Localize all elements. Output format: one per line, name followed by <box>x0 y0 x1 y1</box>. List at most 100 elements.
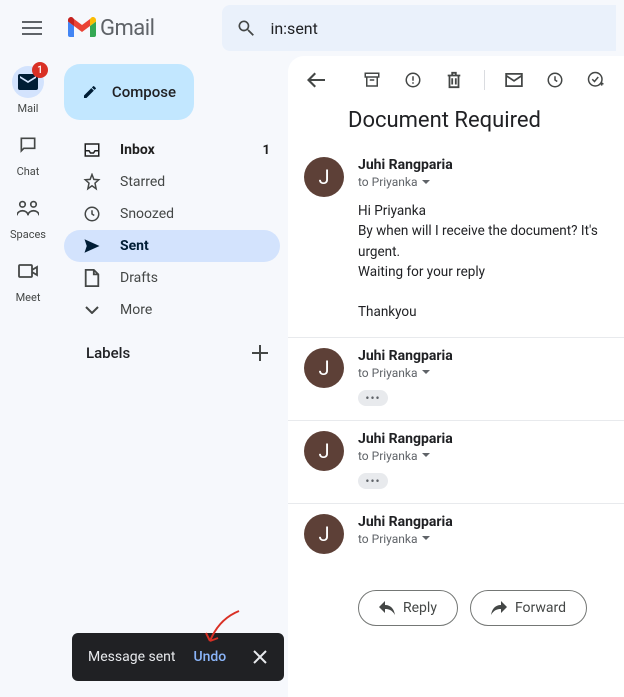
rail-label: Mail <box>18 102 39 115</box>
recipient-line[interactable]: to Priyanka <box>358 366 608 380</box>
rail-item-spaces[interactable]: Spaces <box>10 192 46 241</box>
sidebar-item-inbox[interactable]: Inbox 1 <box>64 134 280 166</box>
sidebar-item-label: Inbox <box>120 142 155 158</box>
toast-message: Message sent <box>88 649 175 665</box>
sidebar-item-drafts[interactable]: Drafts <box>64 262 280 294</box>
main-menu-button[interactable] <box>8 4 56 52</box>
mark-unread-button[interactable] <box>496 60 531 100</box>
forward-label: Forward <box>515 600 566 616</box>
avatar: J <box>304 514 344 554</box>
forward-button[interactable]: Forward <box>470 590 587 626</box>
chat-icon <box>18 135 38 155</box>
sent-toast: Message sent Undo <box>72 633 284 681</box>
avatar: J <box>304 348 344 388</box>
sidebar-item-sent[interactable]: Sent <box>64 230 280 262</box>
reply-label: Reply <box>403 600 437 616</box>
undo-button[interactable]: Undo <box>193 649 226 665</box>
avatar: J <box>304 157 344 197</box>
message-line: By when will I receive the document? It'… <box>358 221 608 262</box>
recipient-text: to Priyanka <box>358 449 418 463</box>
sidebar-item-label: Snoozed <box>120 206 174 222</box>
message-actions: Reply Forward <box>288 568 624 648</box>
back-button[interactable] <box>298 60 333 100</box>
sidebar-item-label: Drafts <box>120 270 158 286</box>
compose-button[interactable]: Compose <box>64 64 194 120</box>
search-bar[interactable] <box>222 5 616 51</box>
sidebar-item-starred[interactable]: Starred <box>64 166 280 198</box>
sent-icon <box>83 237 101 255</box>
message-item[interactable]: J Juhi Rangparia to Priyanka <box>288 504 624 568</box>
gmail-logo-icon <box>68 17 96 39</box>
pencil-icon <box>82 83 98 101</box>
sidebar-item-label: More <box>120 302 152 318</box>
thread-subject: Document Required <box>288 104 624 147</box>
chevron-down-icon <box>422 536 430 541</box>
rail-label: Meet <box>16 291 41 304</box>
add-task-button[interactable] <box>579 60 614 100</box>
sidebar-item-snoozed[interactable]: Snoozed <box>64 198 280 230</box>
recipient-line[interactable]: to Priyanka <box>358 449 608 463</box>
arrow-left-icon <box>307 72 325 88</box>
snooze-button[interactable] <box>538 60 573 100</box>
toast-close-button[interactable] <box>244 641 276 673</box>
show-trimmed-button[interactable]: ••• <box>358 473 388 489</box>
delete-button[interactable] <box>436 60 471 100</box>
recipient-text: to Priyanka <box>358 175 418 189</box>
recipient-line[interactable]: to Priyanka <box>358 532 608 546</box>
app-rail: 1 Mail Chat Spaces Meet <box>0 56 56 697</box>
message-body: Hi Priyanka By when will I receive the d… <box>358 201 608 323</box>
message-item[interactable]: J Juhi Rangparia to Priyanka Hi Priyanka… <box>288 147 624 338</box>
message-line: Hi Priyanka <box>358 201 608 221</box>
sidebar-item-more[interactable]: More <box>64 294 280 326</box>
toolbar-divider <box>484 70 485 90</box>
meet-icon <box>18 264 38 278</box>
rail-item-meet[interactable]: Meet <box>12 255 44 304</box>
rail-item-mail[interactable]: 1 Mail <box>12 66 44 115</box>
star-icon <box>83 173 101 191</box>
recipient-line[interactable]: to Priyanka <box>358 175 608 189</box>
sender-name: Juhi Rangparia <box>358 431 608 447</box>
sender-name: Juhi Rangparia <box>358 348 608 364</box>
clock-icon <box>83 205 101 223</box>
reply-button[interactable]: Reply <box>358 590 458 626</box>
gmail-logo[interactable]: Gmail <box>68 16 154 41</box>
message-item[interactable]: J Juhi Rangparia to Priyanka ••• <box>288 338 624 421</box>
drafts-icon <box>84 269 100 287</box>
sender-name: Juhi Rangparia <box>358 157 608 173</box>
avatar: J <box>304 431 344 471</box>
rail-label: Chat <box>17 165 40 178</box>
sidebar-item-label: Sent <box>120 238 149 254</box>
message-line: Waiting for your reply <box>358 262 608 282</box>
task-icon <box>587 71 605 89</box>
thread-view: Document Required J Juhi Rangparia to Pr… <box>288 56 624 697</box>
labels-title: Labels <box>86 344 130 362</box>
archive-icon <box>363 71 381 89</box>
mail-badge: 1 <box>32 62 48 78</box>
envelope-icon <box>505 73 523 87</box>
search-icon <box>236 18 256 38</box>
forward-icon <box>491 601 507 615</box>
recipient-text: to Priyanka <box>358 532 418 546</box>
sidebar-item-label: Starred <box>120 174 165 190</box>
reply-icon <box>379 601 395 615</box>
archive-button[interactable] <box>354 60 389 100</box>
rail-item-chat[interactable]: Chat <box>12 129 44 178</box>
chevron-down-icon <box>85 306 99 314</box>
inbox-icon <box>83 141 101 159</box>
chevron-down-icon <box>422 180 430 185</box>
chevron-down-icon <box>422 370 430 375</box>
compose-label: Compose <box>112 83 176 101</box>
plus-icon <box>252 345 268 361</box>
add-label-button[interactable] <box>252 345 268 361</box>
spam-icon <box>404 71 422 89</box>
message-line: Thankyou <box>358 302 608 322</box>
clock-icon <box>546 71 564 89</box>
search-input[interactable] <box>270 19 602 38</box>
message-item[interactable]: J Juhi Rangparia to Priyanka ••• <box>288 421 624 504</box>
close-icon <box>253 650 267 664</box>
spam-button[interactable] <box>395 60 430 100</box>
inbox-count: 1 <box>263 143 270 158</box>
spaces-icon <box>17 200 39 216</box>
message-toolbar <box>288 56 624 104</box>
show-trimmed-button[interactable]: ••• <box>358 390 388 406</box>
